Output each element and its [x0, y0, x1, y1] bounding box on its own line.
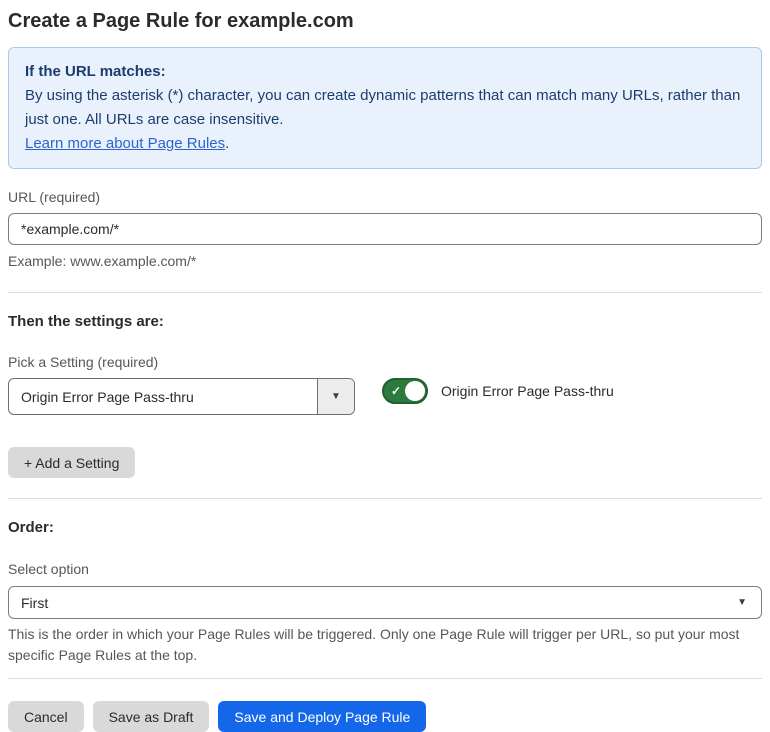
add-setting-button[interactable]: + Add a Setting: [8, 447, 136, 478]
pick-setting-label: Pick a Setting (required): [8, 354, 159, 370]
cancel-button[interactable]: Cancel: [8, 701, 84, 732]
save-deploy-button[interactable]: Save and Deploy Page Rule: [218, 701, 427, 732]
page-title: Create a Page Rule for example.com: [8, 10, 354, 32]
url-match-info-box: If the URL matches: By using the asteris…: [8, 47, 762, 169]
setting-dropdown-value: Origin Error Page Pass-thru: [21, 388, 194, 405]
setting-dropdown[interactable]: Origin Error Page Pass-thru ▼: [8, 378, 355, 415]
save-draft-button[interactable]: Save as Draft: [92, 701, 210, 732]
url-label: URL (required): [8, 189, 101, 205]
info-box-heading: If the URL matches:: [25, 63, 166, 80]
create-page-rule-panel: Create a Page Rule for example.com If th…: [8, 8, 762, 732]
order-select-value: First: [21, 594, 49, 611]
order-heading: Order:: [8, 519, 54, 536]
chevron-down-icon: ▼: [331, 390, 341, 402]
settings-heading: Then the settings are:: [8, 313, 164, 330]
info-box-link-line: Learn more about Page Rules.: [25, 132, 745, 156]
divider: [8, 678, 762, 679]
toggle-label: Origin Error Page Pass-thru: [441, 383, 614, 399]
origin-error-toggle-group: ✓ Origin Error Page Pass-thru: [382, 378, 614, 404]
order-select[interactable]: First ▼: [8, 586, 762, 619]
divider: [8, 292, 762, 293]
order-helper: This is the order in which your Page Rul…: [8, 626, 740, 663]
url-input[interactable]: [8, 213, 762, 245]
setting-row: Origin Error Page Pass-thru ▼ ✓ Origin E…: [8, 378, 762, 415]
url-example-helper: Example: www.example.com/*: [8, 253, 197, 269]
toggle-knob: [405, 381, 425, 401]
chevron-down-icon: ▼: [737, 596, 747, 608]
info-box-body: By using the asterisk (*) character, you…: [25, 87, 741, 128]
setting-dropdown-arrow-button[interactable]: ▼: [317, 379, 354, 414]
origin-error-toggle[interactable]: ✓: [382, 378, 428, 404]
divider: [8, 498, 762, 499]
link-suffix-period: .: [225, 135, 230, 152]
select-option-label: Select option: [8, 561, 89, 577]
learn-more-link[interactable]: Learn more about Page Rules: [25, 135, 225, 152]
check-icon: ✓: [391, 383, 402, 398]
footer-actions: Cancel Save as Draft Save and Deploy Pag…: [8, 701, 762, 732]
